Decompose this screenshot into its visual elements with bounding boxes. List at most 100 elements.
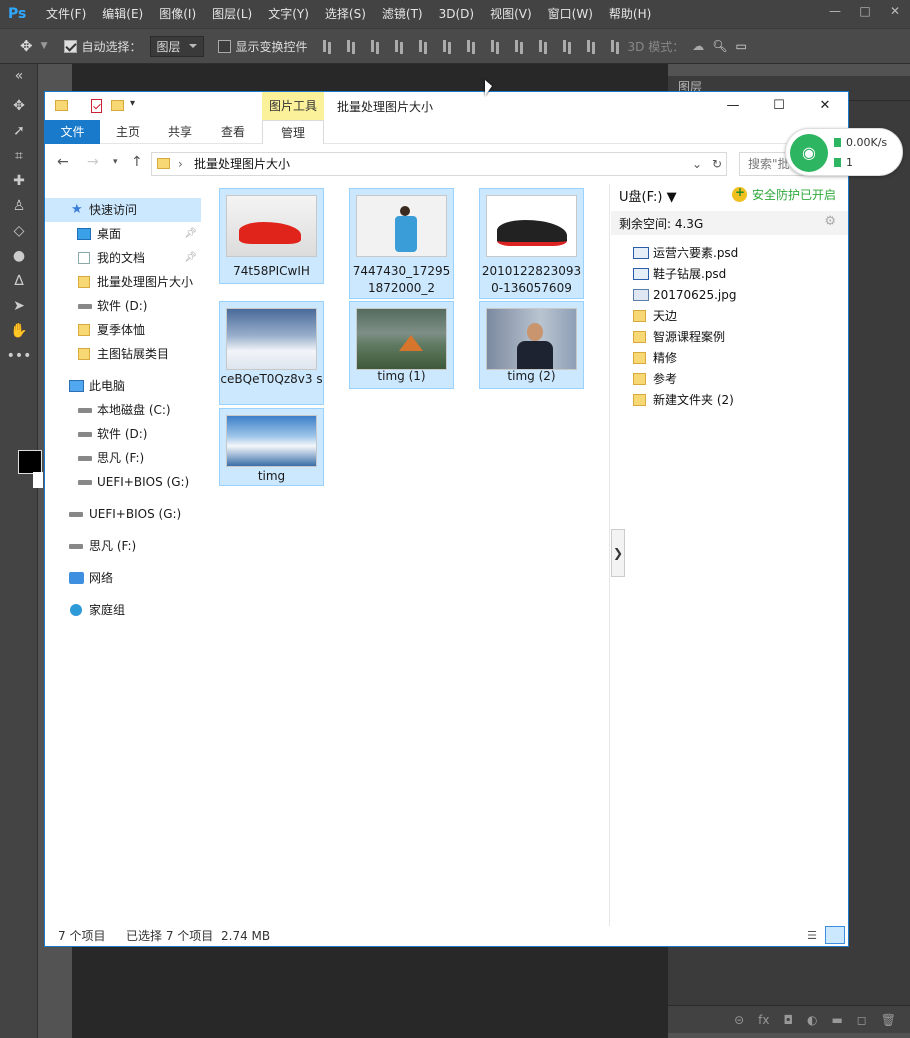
clone-stamp-icon[interactable]: ♙	[0, 194, 38, 219]
pin-icon[interactable]: 📌︎	[184, 222, 197, 246]
file-item[interactable]: timg	[219, 408, 324, 486]
adjustment-layer-icon[interactable]: ◐	[807, 1013, 817, 1027]
file-item[interactable]: 7447430_17295 1872000_2	[349, 188, 454, 299]
details-view-icon[interactable]: ☰	[803, 926, 821, 944]
pane-divider[interactable]	[609, 184, 610, 926]
pin-icon[interactable]: 📌︎	[184, 246, 197, 270]
nav-documents[interactable]: 我的文档 📌︎	[45, 246, 201, 270]
group-layers-icon[interactable]: ▬	[831, 1013, 842, 1027]
breadcrumb-chevron-icon[interactable]: ›	[178, 153, 183, 175]
menu-filter[interactable]: 滤镜(T)	[374, 0, 431, 28]
workspace-icon[interactable]: ▭	[735, 39, 746, 53]
menu-view[interactable]: 视图(V)	[482, 0, 540, 28]
3d-orbit-icon[interactable]: ☁	[692, 39, 704, 53]
tab-file[interactable]: 文件	[45, 120, 100, 144]
new-folder-icon[interactable]	[111, 100, 124, 111]
nav-usb-uefi-g[interactable]: UEFI+BIOS (G:)	[45, 502, 201, 526]
menu-3d[interactable]: 3D(D)	[431, 0, 482, 28]
eraser-tool-icon[interactable]: ◇	[0, 219, 38, 244]
nav-quick-access[interactable]: ★ 快速访问	[45, 198, 201, 222]
up-arrow-icon[interactable]: ↑	[131, 154, 143, 170]
search-icon[interactable]: 🔍︎	[712, 39, 727, 53]
distribute-hcenter-icon[interactable]	[556, 36, 580, 56]
nav-usb-sifan-f[interactable]: 思凡 (F:)	[45, 534, 201, 558]
breadcrumb-current[interactable]: 批量处理图片大小	[194, 157, 290, 171]
minimize-button[interactable]: —	[710, 92, 756, 120]
link-layers-icon[interactable]: ⊝	[734, 1013, 744, 1027]
nav-batch-folder[interactable]: 批量处理图片大小	[45, 270, 205, 294]
address-dropdown-icon[interactable]: ⌄	[692, 153, 702, 175]
properties-icon[interactable]	[91, 99, 102, 113]
tool-preset-chevron-icon[interactable]: ▼	[41, 41, 48, 51]
delete-layer-icon[interactable]: 🗑︎	[881, 1013, 896, 1027]
distribute-left-icon[interactable]	[532, 36, 556, 56]
recent-locations-chevron-icon[interactable]: ▾	[113, 157, 118, 167]
menu-layer[interactable]: 图层(L)	[204, 0, 260, 28]
auto-align-icon[interactable]	[604, 36, 628, 56]
tab-manage[interactable]: 管理	[262, 120, 324, 144]
move-tool-icon[interactable]: ✥	[0, 94, 38, 119]
background-color-swatch[interactable]	[33, 472, 43, 488]
toolbar-collapse-icon[interactable]: «	[0, 64, 38, 94]
layer-style-icon[interactable]: fx	[758, 1013, 769, 1027]
security-status[interactable]: 安全防护已开启	[731, 185, 836, 203]
address-bar[interactable]: › 批量处理图片大小 ⌄ ↻	[151, 152, 727, 176]
forward-arrow-icon[interactable]: →	[87, 154, 99, 170]
tab-share[interactable]: 共享	[155, 120, 205, 144]
network-speed-widget[interactable]: ◉ 0.00K/s 1	[785, 128, 903, 176]
blur-tool-icon[interactable]: ●	[0, 244, 38, 269]
nav-software-d-2[interactable]: 软件 (D:)	[45, 422, 201, 446]
align-left-icon[interactable]	[388, 36, 412, 56]
file-item[interactable]: timg (1)	[349, 301, 454, 389]
nav-this-pc[interactable]: 此电脑	[45, 374, 201, 398]
tab-view[interactable]: 查看	[208, 120, 258, 144]
menu-type[interactable]: 文字(Y)	[260, 0, 317, 28]
file-item[interactable]: ceBQeT0Qz8v3 s	[219, 301, 324, 405]
move-tool-icon[interactable]: ✥	[20, 37, 33, 55]
ps-maximize-button[interactable]: □	[850, 0, 880, 28]
align-hcenter-icon[interactable]	[412, 36, 436, 56]
menu-select[interactable]: 选择(S)	[317, 0, 374, 28]
pen-tool-icon[interactable]: ∆	[0, 269, 38, 294]
file-item[interactable]: 2010122823093 0-136057609	[479, 188, 584, 299]
menu-file[interactable]: 文件(F)	[38, 0, 94, 28]
expand-pane-chevron-icon[interactable]: ❯	[611, 529, 625, 577]
foreground-color-swatch[interactable]	[18, 450, 42, 474]
path-selection-icon[interactable]: ➤	[0, 294, 38, 319]
menu-image[interactable]: 图像(I)	[151, 0, 204, 28]
distribute-top-icon[interactable]	[460, 36, 484, 56]
nav-network[interactable]: 网络	[45, 566, 201, 590]
healing-brush-icon[interactable]: ✚	[0, 169, 38, 194]
nav-local-c[interactable]: 本地磁盘 (C:)	[45, 398, 201, 422]
menu-help[interactable]: 帮助(H)	[601, 0, 659, 28]
back-arrow-icon[interactable]: ←	[57, 154, 69, 170]
refresh-icon[interactable]: ↻	[712, 153, 722, 175]
nav-software-d[interactable]: 软件 (D:)	[45, 294, 201, 318]
close-button[interactable]: ✕	[802, 92, 848, 120]
distribute-right-icon[interactable]	[580, 36, 604, 56]
lasso-tool-icon[interactable]: ➚	[0, 119, 38, 144]
maximize-button[interactable]: ☐	[756, 92, 802, 120]
nav-uefi-g[interactable]: UEFI+BIOS (G:)	[45, 470, 201, 494]
menu-window[interactable]: 窗口(W)	[540, 0, 601, 28]
drive-selector[interactable]: U盘(F:) ▼	[619, 186, 677, 205]
file-item[interactable]: 74t58PICwIH	[219, 188, 324, 284]
align-bottom-icon[interactable]	[364, 36, 388, 56]
gear-icon[interactable]: ⚙	[824, 214, 836, 229]
file-item[interactable]: timg (2)	[479, 301, 584, 389]
customize-toolbar-icon[interactable]: ▾	[130, 98, 135, 109]
menu-edit[interactable]: 编辑(E)	[94, 0, 151, 28]
hand-tool-icon[interactable]: ✋	[0, 319, 38, 344]
align-vcenter-icon[interactable]	[340, 36, 364, 56]
auto-select-checkbox[interactable]: 自动选择：	[63, 38, 142, 55]
nav-homegroup[interactable]: 家庭组	[45, 598, 201, 622]
nav-desktop[interactable]: 桌面 📌︎	[45, 222, 201, 246]
show-transform-checkbox[interactable]: 显示变换控件	[217, 38, 308, 55]
ps-close-button[interactable]: ✕	[880, 0, 910, 28]
ps-minimize-button[interactable]: —	[820, 0, 850, 28]
layer-mask-icon[interactable]: ◘	[783, 1013, 793, 1027]
more-tools-icon[interactable]: •••	[0, 344, 38, 369]
nav-main-images[interactable]: 主图钻展类目	[45, 342, 201, 366]
large-icons-view-icon[interactable]	[825, 926, 845, 944]
align-right-icon[interactable]	[436, 36, 460, 56]
